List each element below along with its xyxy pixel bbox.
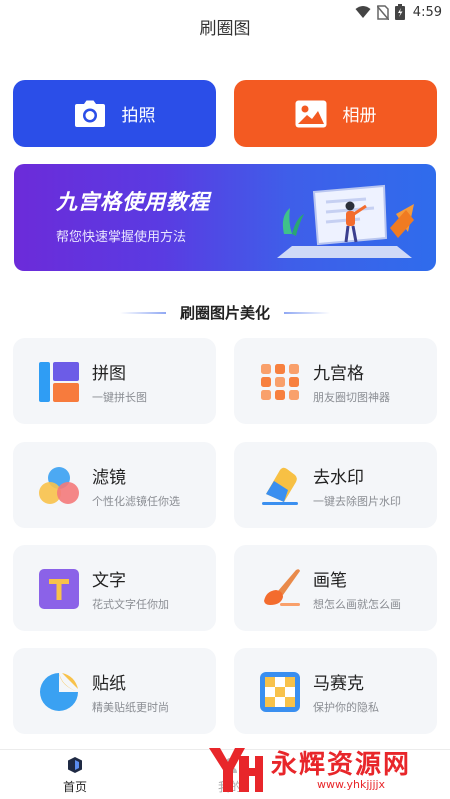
mosaic-icon: [260, 672, 300, 712]
tutorial-illustration: [277, 184, 414, 258]
feature-desc: 花式文字任你加: [92, 598, 169, 611]
tutorial-banner[interactable]: 九宫格使用教程 帮您快速掌握使用方法: [14, 164, 436, 271]
feature-desc: 保护你的隐私: [313, 701, 379, 714]
feature-card-grid[interactable]: 九宫格 朋友圈切图神器: [234, 338, 437, 424]
feature-title: 画笔: [313, 571, 347, 591]
text-icon: [39, 569, 79, 609]
home-icon: [68, 757, 82, 773]
collage-icon: [39, 362, 79, 402]
watermark-text: 永辉资源网: [271, 750, 412, 780]
feature-desc: 想怎么画就怎么画: [313, 598, 401, 611]
eraser-icon: [262, 467, 298, 505]
grid-icon: [261, 364, 299, 400]
feature-title: 马赛克: [313, 674, 364, 694]
feature-card-text[interactable]: 文字 花式文字任你加: [13, 545, 216, 631]
banner-subtitle: 帮您快速掌握使用方法: [56, 230, 187, 245]
feature-desc: 朋友圈切图神器: [313, 391, 390, 404]
feature-title: 滤镜: [92, 468, 126, 488]
feature-card-mosaic[interactable]: 马赛克 保护你的隐私: [234, 648, 437, 734]
watermark-logo: [209, 748, 263, 792]
nav-home[interactable]: 首页: [35, 756, 115, 795]
banner-title: 九宫格使用教程: [56, 190, 210, 214]
sticker-icon: [40, 673, 78, 711]
section-title: 刷圈图片美化: [179, 304, 270, 322]
feature-title: 文字: [92, 571, 126, 591]
feature-card-brush[interactable]: 画笔 想怎么画就怎么画: [234, 545, 437, 631]
feature-title: 去水印: [313, 468, 364, 488]
photo-button-label: 拍照: [121, 106, 156, 126]
photo-button[interactable]: 拍照: [13, 80, 216, 147]
page-title: 刷圈图: [199, 19, 251, 39]
feature-card-sticker[interactable]: 贴纸 精美贴纸更时尚: [13, 648, 216, 734]
watermark-url: www.yhkjjjjx: [317, 778, 386, 791]
album-button-label: 相册: [342, 106, 377, 126]
feature-desc: 一键去除图片水印: [313, 495, 401, 508]
feature-card-watermark[interactable]: 去水印 一键去除图片水印: [234, 442, 437, 528]
nav-home-label: 首页: [62, 780, 87, 794]
feature-title: 拼图: [92, 364, 126, 384]
site-watermark: 永辉资源网 www.yhkjjjjx: [203, 740, 450, 799]
feature-title: 贴纸: [92, 674, 126, 694]
feature-card-collage[interactable]: 拼图 一键拼长图: [13, 338, 216, 424]
image-icon: [295, 100, 326, 127]
feature-desc: 一键拼长图: [92, 391, 147, 404]
feature-desc: 精美贴纸更时尚: [92, 701, 169, 714]
section-divider-right: [284, 312, 330, 314]
feature-desc: 个性化滤镜任你选: [92, 495, 180, 508]
feature-title: 九宫格: [313, 364, 364, 384]
brush-icon: [264, 569, 300, 606]
filter-icon: [39, 467, 79, 504]
camera-icon: [74, 100, 105, 127]
feature-card-filter[interactable]: 滤镜 个性化滤镜任你选: [13, 442, 216, 528]
album-button[interactable]: 相册: [234, 80, 437, 147]
